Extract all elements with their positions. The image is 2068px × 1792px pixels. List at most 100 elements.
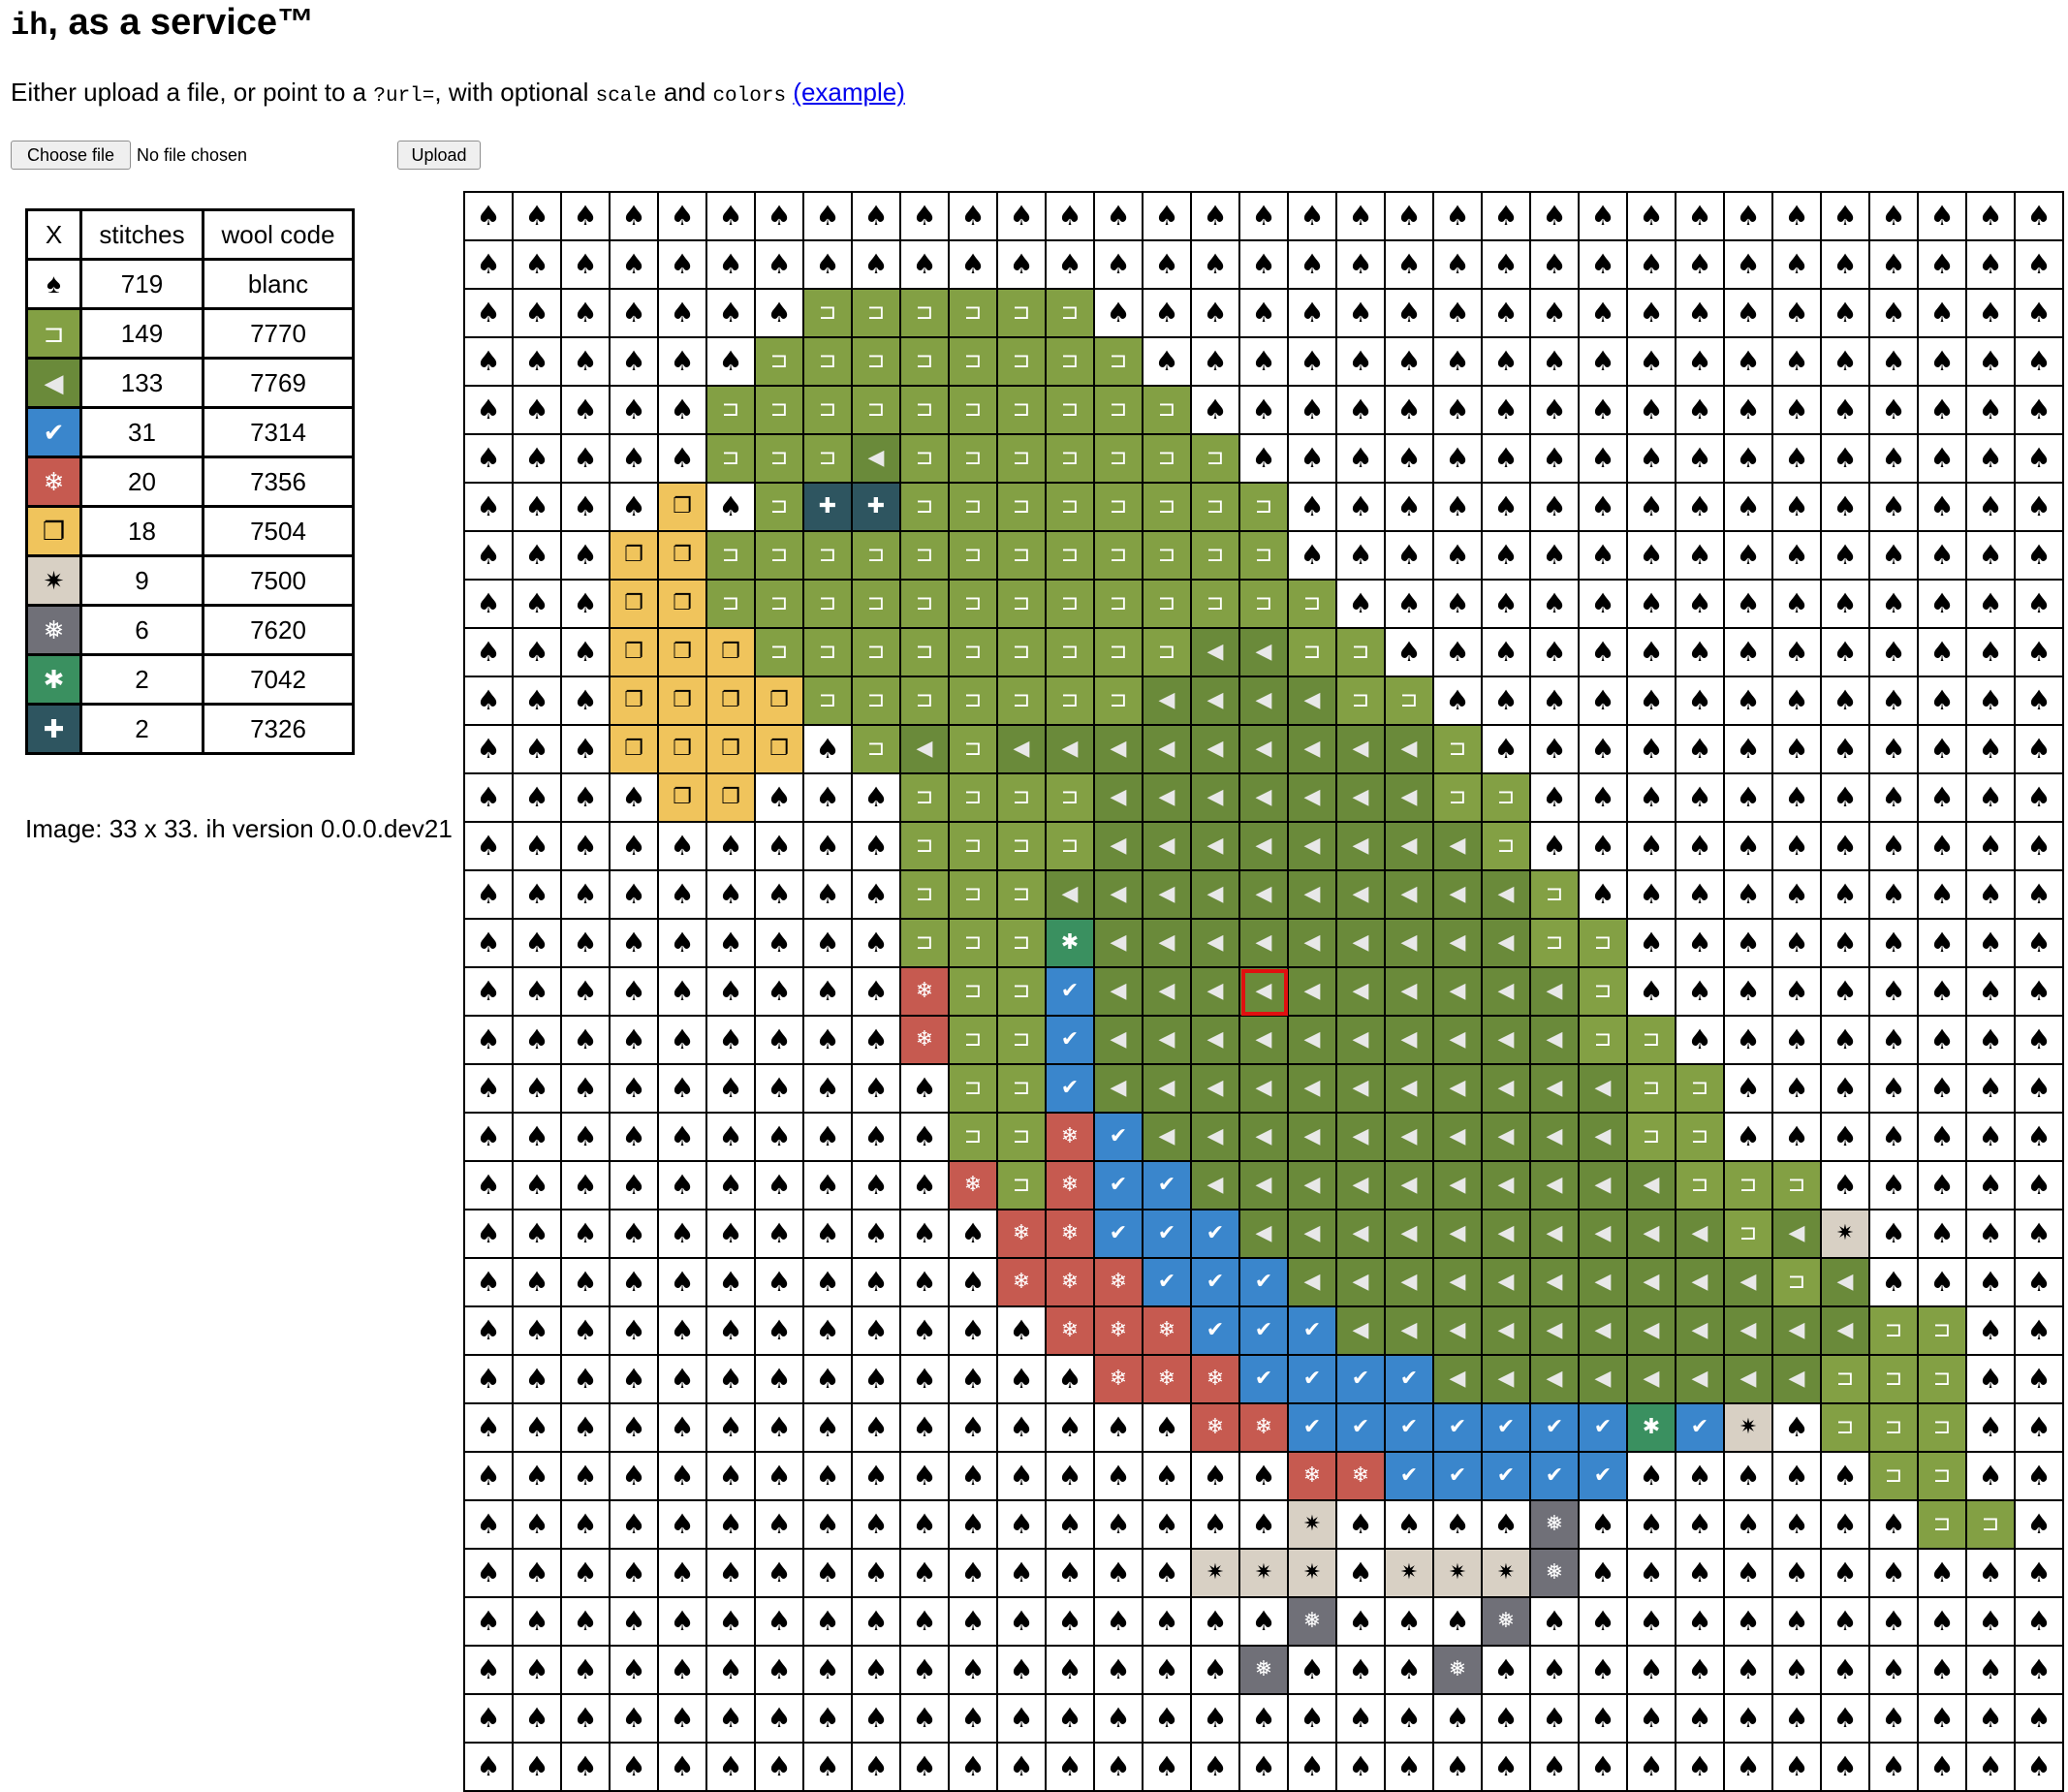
- stitch-cell-spade-icon[interactable]: ♠: [1580, 823, 1628, 871]
- stitch-cell-spade-icon[interactable]: ♠: [756, 1259, 804, 1307]
- stitch-cell-spade-icon[interactable]: ♠: [707, 484, 756, 532]
- stitch-cell-spade-icon[interactable]: ♠: [1337, 387, 1386, 435]
- stitch-cell-spade-icon[interactable]: ♠: [1967, 338, 2016, 387]
- stitch-cell-left-triangle-icon[interactable]: ◀: [1531, 1017, 1580, 1065]
- stitch-cell-spade-icon[interactable]: ♠: [998, 1404, 1047, 1453]
- stitch-cell-spade-icon[interactable]: ♠: [1773, 387, 1822, 435]
- stitch-cell-spade-icon[interactable]: ♠: [998, 1695, 1047, 1744]
- stitch-cell-check-icon[interactable]: ✔: [1047, 1065, 1095, 1114]
- stitch-cell-square-bracket-icon[interactable]: ⊐: [1676, 1162, 1725, 1210]
- stitch-cell-spade-icon[interactable]: ♠: [1967, 1598, 2016, 1647]
- stitch-cell-snowflake-icon[interactable]: ❄: [1337, 1453, 1386, 1501]
- stitch-cell-spade-icon[interactable]: ♠: [1773, 1017, 1822, 1065]
- stitch-cell-spade-icon[interactable]: ♠: [562, 290, 611, 338]
- stitch-cell-square-bracket-icon[interactable]: ⊐: [901, 532, 950, 581]
- choose-file-button[interactable]: Choose file: [11, 141, 131, 170]
- stitch-cell-left-triangle-icon[interactable]: ◀: [1144, 920, 1192, 968]
- stitch-cell-square-bracket-icon[interactable]: ⊐: [853, 338, 901, 387]
- stitch-cell-spade-icon[interactable]: ♠: [1967, 1453, 2016, 1501]
- stitch-cell-spade-icon[interactable]: ♠: [707, 1307, 756, 1356]
- stitch-cell-spade-icon[interactable]: ♠: [804, 1695, 853, 1744]
- stitch-cell-spade-icon[interactable]: ♠: [998, 1307, 1047, 1356]
- stitch-cell-spade-icon[interactable]: ♠: [1580, 1647, 1628, 1695]
- stitch-cell-spade-icon[interactable]: ♠: [1725, 920, 1773, 968]
- stitch-cell-spade-icon[interactable]: ♠: [1095, 193, 1144, 241]
- stitch-cell-check-icon[interactable]: ✔: [1434, 1404, 1483, 1453]
- stitch-cell-spade-icon[interactable]: ♠: [465, 920, 514, 968]
- stitch-cell-check-icon[interactable]: ✔: [1531, 1404, 1580, 1453]
- stitch-cell-spade-icon[interactable]: ♠: [562, 774, 611, 823]
- stitch-cell-spade-icon[interactable]: ♠: [1628, 774, 1676, 823]
- stitch-cell-square-bracket-icon[interactable]: ⊐: [1580, 920, 1628, 968]
- stitch-cell-spade-icon[interactable]: ♠: [1531, 823, 1580, 871]
- stitch-cell-spade-icon[interactable]: ♠: [1773, 484, 1822, 532]
- stitch-cell-spade-icon[interactable]: ♠: [514, 1065, 562, 1114]
- stitch-cell-spade-icon[interactable]: ♠: [1725, 823, 1773, 871]
- stitch-cell-spade-icon[interactable]: ♠: [1870, 193, 1919, 241]
- stitch-cell-check-icon[interactable]: ✔: [1531, 1453, 1580, 1501]
- stitch-cell-spade-icon[interactable]: ♠: [465, 774, 514, 823]
- stitch-cell-square-bracket-icon[interactable]: ⊐: [707, 581, 756, 629]
- stitch-cell-spade-icon[interactable]: ♠: [465, 241, 514, 290]
- stitch-cell-spade-icon[interactable]: ♠: [1773, 338, 1822, 387]
- stitch-cell-spade-icon[interactable]: ♠: [1919, 435, 1967, 484]
- stitch-cell-spade-icon[interactable]: ♠: [1725, 484, 1773, 532]
- stitch-cell-square-bracket-icon[interactable]: ⊐: [950, 1114, 998, 1162]
- stitch-cell-spade-icon[interactable]: ♠: [514, 1259, 562, 1307]
- stitch-cell-spade-icon[interactable]: ♠: [1095, 1598, 1144, 1647]
- stitch-cell-spade-icon[interactable]: ♠: [1386, 1744, 1434, 1792]
- stitch-cell-square-bracket-icon[interactable]: ⊐: [1240, 581, 1289, 629]
- stitch-cell-spade-icon[interactable]: ♠: [950, 1647, 998, 1695]
- stitch-cell-spade-icon[interactable]: ♠: [1580, 532, 1628, 581]
- stitch-cell-snowflake-icon[interactable]: ❄: [1047, 1162, 1095, 1210]
- stitch-cell-spade-icon[interactable]: ♠: [901, 1259, 950, 1307]
- stitch-cell-snowflake-icon[interactable]: ❄: [901, 968, 950, 1017]
- stitch-cell-spade-icon[interactable]: ♠: [1725, 726, 1773, 774]
- stitch-cell-square-bracket-icon[interactable]: ⊐: [950, 871, 998, 920]
- stitch-cell-snowflake-icon[interactable]: ❄: [1240, 1404, 1289, 1453]
- stitch-cell-spade-icon[interactable]: ♠: [1337, 241, 1386, 290]
- stitch-cell-square-bracket-icon[interactable]: ⊐: [707, 532, 756, 581]
- stitch-cell-spade-icon[interactable]: ♠: [465, 1647, 514, 1695]
- stitch-cell-square-bracket-icon[interactable]: ⊐: [804, 532, 853, 581]
- stitch-cell-left-triangle-icon[interactable]: ◀: [1483, 1065, 1531, 1114]
- stitch-cell-spade-icon[interactable]: ♠: [1144, 1453, 1192, 1501]
- stitch-cell-spade-icon[interactable]: ♠: [1095, 1404, 1144, 1453]
- stitch-cell-spade-icon[interactable]: ♠: [853, 193, 901, 241]
- stitch-cell-square-bracket-icon[interactable]: ⊐: [998, 1065, 1047, 1114]
- stitch-cell-spade-icon[interactable]: ♠: [1337, 1647, 1386, 1695]
- stitch-cell-left-triangle-icon[interactable]: ◀: [1483, 1017, 1531, 1065]
- stitch-cell-left-triangle-icon[interactable]: ◀: [1289, 871, 1337, 920]
- stitch-cell-spade-icon[interactable]: ♠: [1822, 1695, 1870, 1744]
- stitch-cell-small-snowflake-icon[interactable]: ❅: [1240, 1647, 1289, 1695]
- stitch-cell-spade-icon[interactable]: ♠: [901, 193, 950, 241]
- stitch-cell-square-bracket-icon[interactable]: ⊐: [1144, 532, 1192, 581]
- stitch-cell-square-bracket-icon[interactable]: ⊐: [1531, 871, 1580, 920]
- stitch-cell-spade-icon[interactable]: ♠: [1580, 193, 1628, 241]
- stitch-cell-spade-icon[interactable]: ♠: [465, 823, 514, 871]
- stitch-cell-spade-icon[interactable]: ♠: [1628, 581, 1676, 629]
- stitch-cell-spade-icon[interactable]: ♠: [707, 338, 756, 387]
- stitch-cell-square-bracket-icon[interactable]: ⊐: [853, 387, 901, 435]
- stitch-cell-spade-icon[interactable]: ♠: [1919, 387, 1967, 435]
- stitch-cell-left-triangle-icon[interactable]: ◀: [1337, 823, 1386, 871]
- stitch-cell-square-bracket-icon[interactable]: ⊐: [853, 629, 901, 677]
- stitch-cell-spade-icon[interactable]: ♠: [1240, 193, 1289, 241]
- stitch-cell-spade-icon[interactable]: ♠: [1870, 1210, 1919, 1259]
- stitch-cell-spade-icon[interactable]: ♠: [901, 1453, 950, 1501]
- stitch-cell-spade-icon[interactable]: ♠: [465, 871, 514, 920]
- stitch-cell-spade-icon[interactable]: ♠: [1967, 920, 2016, 968]
- stitch-cell-spade-icon[interactable]: ♠: [659, 1647, 707, 1695]
- stitch-cell-square-bracket-icon[interactable]: ⊐: [1289, 629, 1337, 677]
- stitch-cell-spade-icon[interactable]: ♠: [1337, 532, 1386, 581]
- stitch-cell-spade-icon[interactable]: ♠: [1676, 968, 1725, 1017]
- stitch-cell-spade-icon[interactable]: ♠: [465, 1017, 514, 1065]
- stitch-cell-spade-icon[interactable]: ♠: [2016, 920, 2064, 968]
- stitch-cell-left-triangle-icon[interactable]: ◀: [1240, 1017, 1289, 1065]
- stitch-cell-spade-icon[interactable]: ♠: [1047, 1453, 1095, 1501]
- stitch-cell-spade-icon[interactable]: ♠: [1822, 774, 1870, 823]
- stitch-cell-spade-icon[interactable]: ♠: [1676, 1695, 1725, 1744]
- stitch-cell-spade-icon[interactable]: ♠: [1192, 338, 1240, 387]
- stitch-cell-spade-icon[interactable]: ♠: [465, 435, 514, 484]
- stitch-cell-left-triangle-icon[interactable]: ◀: [1628, 1162, 1676, 1210]
